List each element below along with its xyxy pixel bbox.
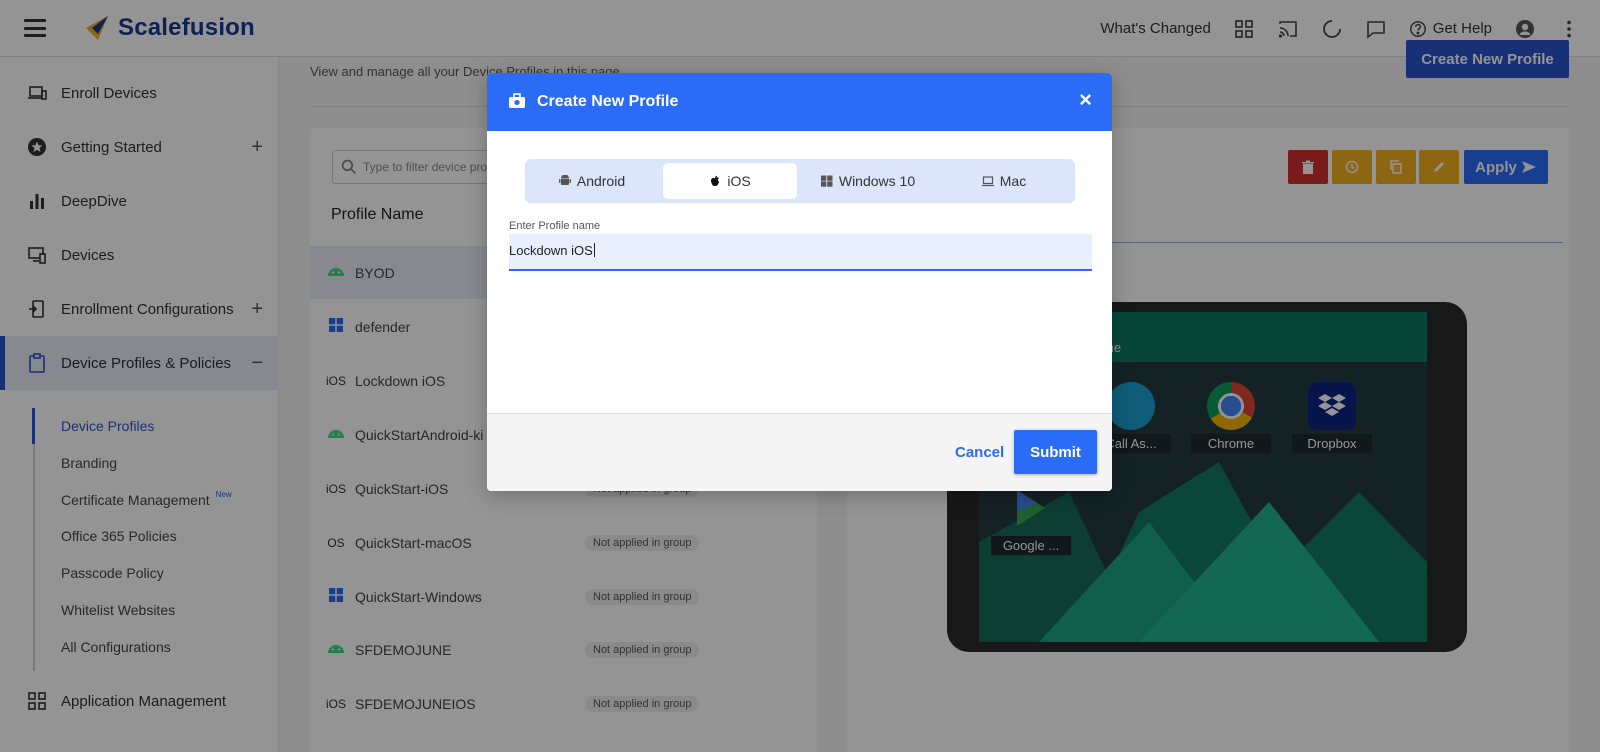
- submit-button[interactable]: Submit: [1014, 430, 1097, 474]
- tab-windows-10[interactable]: Windows 10: [801, 163, 935, 199]
- cancel-button[interactable]: Cancel: [955, 444, 1004, 461]
- tab-label: iOS: [727, 173, 751, 189]
- profile-name-value: Lockdown iOS: [509, 243, 593, 258]
- tab-label: Android: [576, 173, 626, 189]
- close-icon[interactable]: ×: [1079, 87, 1092, 113]
- profile-name-input[interactable]: Lockdown iOS: [509, 234, 1092, 271]
- tab-mac[interactable]: Mac: [937, 163, 1071, 199]
- dialog-title: Create New Profile: [537, 93, 679, 110]
- dialog-header: Create New Profile ×: [487, 73, 1112, 131]
- tab-label: Mac: [999, 173, 1027, 189]
- apple-icon: [711, 175, 720, 186]
- text-caret: [593, 243, 595, 257]
- profile-briefcase-icon: [509, 93, 525, 108]
- tab-ios[interactable]: iOS: [663, 163, 797, 199]
- tab-label: Windows 10: [838, 173, 916, 189]
- windows-icon: [820, 175, 833, 187]
- dialog-footer: Cancel Submit: [487, 413, 1112, 491]
- android-icon: [558, 175, 571, 185]
- platform-selector: Android iOS Windows 10 Mac: [525, 159, 1075, 203]
- laptop-icon: [981, 176, 994, 187]
- tab-android[interactable]: Android: [525, 163, 659, 199]
- profile-name-label: Enter Profile name: [509, 220, 601, 232]
- create-profile-dialog: Create New Profile × Android iOS Windows…: [487, 73, 1112, 491]
